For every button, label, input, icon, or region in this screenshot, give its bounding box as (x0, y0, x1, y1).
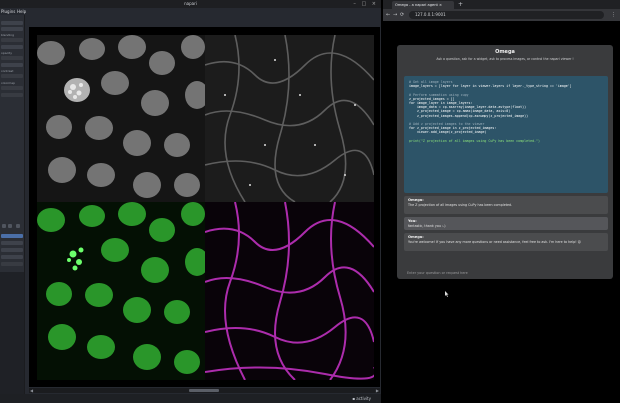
message-text: You're welcome! If you have any more que… (408, 240, 582, 244)
desktop: napari – □ × Plugins Help blending opaci… (0, 0, 620, 403)
chat-input-container (404, 259, 608, 280)
url-text: 127.0.0.1:9001 (415, 12, 446, 17)
layer-list-item[interactable] (1, 248, 23, 252)
forward-icon[interactable]: → (393, 9, 397, 21)
layer-control-slider[interactable] (1, 56, 23, 60)
layer-list-item[interactable] (1, 241, 23, 245)
napari-window: napari – □ × Plugins Help blending opaci… (0, 0, 381, 403)
colormap-select[interactable] (1, 86, 23, 90)
mouse-cursor-icon (445, 291, 449, 297)
message-text: fantastic, thank you :-) (408, 224, 446, 228)
gamma-slider[interactable] (1, 74, 23, 78)
menu-help[interactable]: Help (17, 8, 26, 15)
napari-titlebar: napari – □ × (0, 0, 381, 8)
membrane-image-magenta (205, 202, 374, 380)
message-text: The Z projection of all images using CuP… (408, 203, 513, 207)
browser-menu-icon[interactable]: ⋮ (611, 9, 616, 21)
scroll-thumb[interactable] (189, 389, 219, 392)
back-icon[interactable]: ← (386, 9, 390, 21)
control-label: opacity (1, 51, 13, 55)
control-label: colormap (1, 81, 15, 85)
reload-icon[interactable]: ⟳ (400, 9, 404, 21)
new-shapes-layer-icon[interactable] (8, 224, 12, 228)
delete-layer-icon[interactable] (16, 224, 20, 228)
code-block: # Get all image layers image_layers = [la… (404, 76, 608, 193)
napari-window-title: napari (184, 1, 197, 6)
browser-tab[interactable]: Omega - a napari agent × (392, 1, 454, 9)
membrane-grayscale-svg (205, 35, 374, 202)
nuclei-image-grayscale (37, 35, 205, 202)
scroll-right-icon[interactable]: ▶ (376, 388, 379, 393)
nuclei-image-green (37, 202, 205, 380)
chat-subtitle: Ask a question, ask for a widget, ask to… (436, 57, 574, 61)
address-bar[interactable]: 127.0.0.1:9001 (409, 11, 604, 19)
chat-message-omega: Omega: You're welcome! If you have any m… (404, 233, 608, 251)
chat-title: Omega (495, 49, 515, 55)
layer-controls-panel: blending opacity contrast colormap ⌂ (0, 15, 25, 403)
membrane-magenta-svg (205, 202, 374, 380)
napari-statusbar: ▪ activity (0, 394, 381, 403)
activity-button[interactable]: ▪ activity (352, 394, 371, 403)
nuclei-green-svg (37, 202, 205, 374)
layer-list-item[interactable] (1, 234, 23, 238)
membrane-image-grayscale (205, 35, 374, 202)
browser-content: Omega Ask a question, ask for a widget, … (383, 21, 620, 403)
chat-input[interactable] (404, 266, 608, 280)
scroll-left-icon[interactable]: ◀ (30, 388, 33, 393)
control-label: blending (1, 33, 15, 37)
browser-window: Omega - a napari agent × + ← → ⟳ 127.0.0… (383, 0, 620, 403)
layer-control-slider[interactable] (1, 21, 23, 25)
code-line: print("Z projection of all images using … (409, 138, 541, 143)
control-label: contrast (1, 69, 14, 73)
napari-menubar: Plugins Help (0, 8, 381, 15)
layer-list-item[interactable] (1, 262, 23, 266)
omega-chat-panel: Omega Ask a question, ask for a widget, … (397, 45, 613, 280)
opacity-slider[interactable] (1, 45, 23, 49)
chat-message-user: You: fantastic, thank you :-) (404, 217, 608, 230)
chat-message-omega: Omega: The Z projection of all images us… (404, 196, 608, 214)
layer-list-item[interactable] (1, 255, 23, 259)
browser-toolbar: ← → ⟳ 127.0.0.1:9001 ⋮ (383, 9, 620, 21)
menu-plugins[interactable]: Plugins (1, 8, 15, 15)
nuclei-grayscale-svg (37, 35, 205, 198)
new-tab-icon[interactable]: + (458, 0, 463, 9)
new-points-layer-icon[interactable] (2, 224, 6, 228)
contrast-slider[interactable] (1, 63, 23, 67)
layer-list[interactable] (0, 272, 24, 397)
tab-title: Omega - a napari agent × (395, 3, 443, 7)
window-controls[interactable]: – □ × (353, 1, 378, 7)
layer-control-slider[interactable] (1, 27, 23, 31)
interpolation-select[interactable] (1, 93, 23, 97)
dims-scrollbar[interactable]: ◀ ▶ (29, 388, 380, 393)
browser-tabstrip: Omega - a napari agent × + (383, 0, 620, 9)
napari-canvas[interactable] (29, 27, 380, 387)
blending-select[interactable] (1, 38, 23, 42)
